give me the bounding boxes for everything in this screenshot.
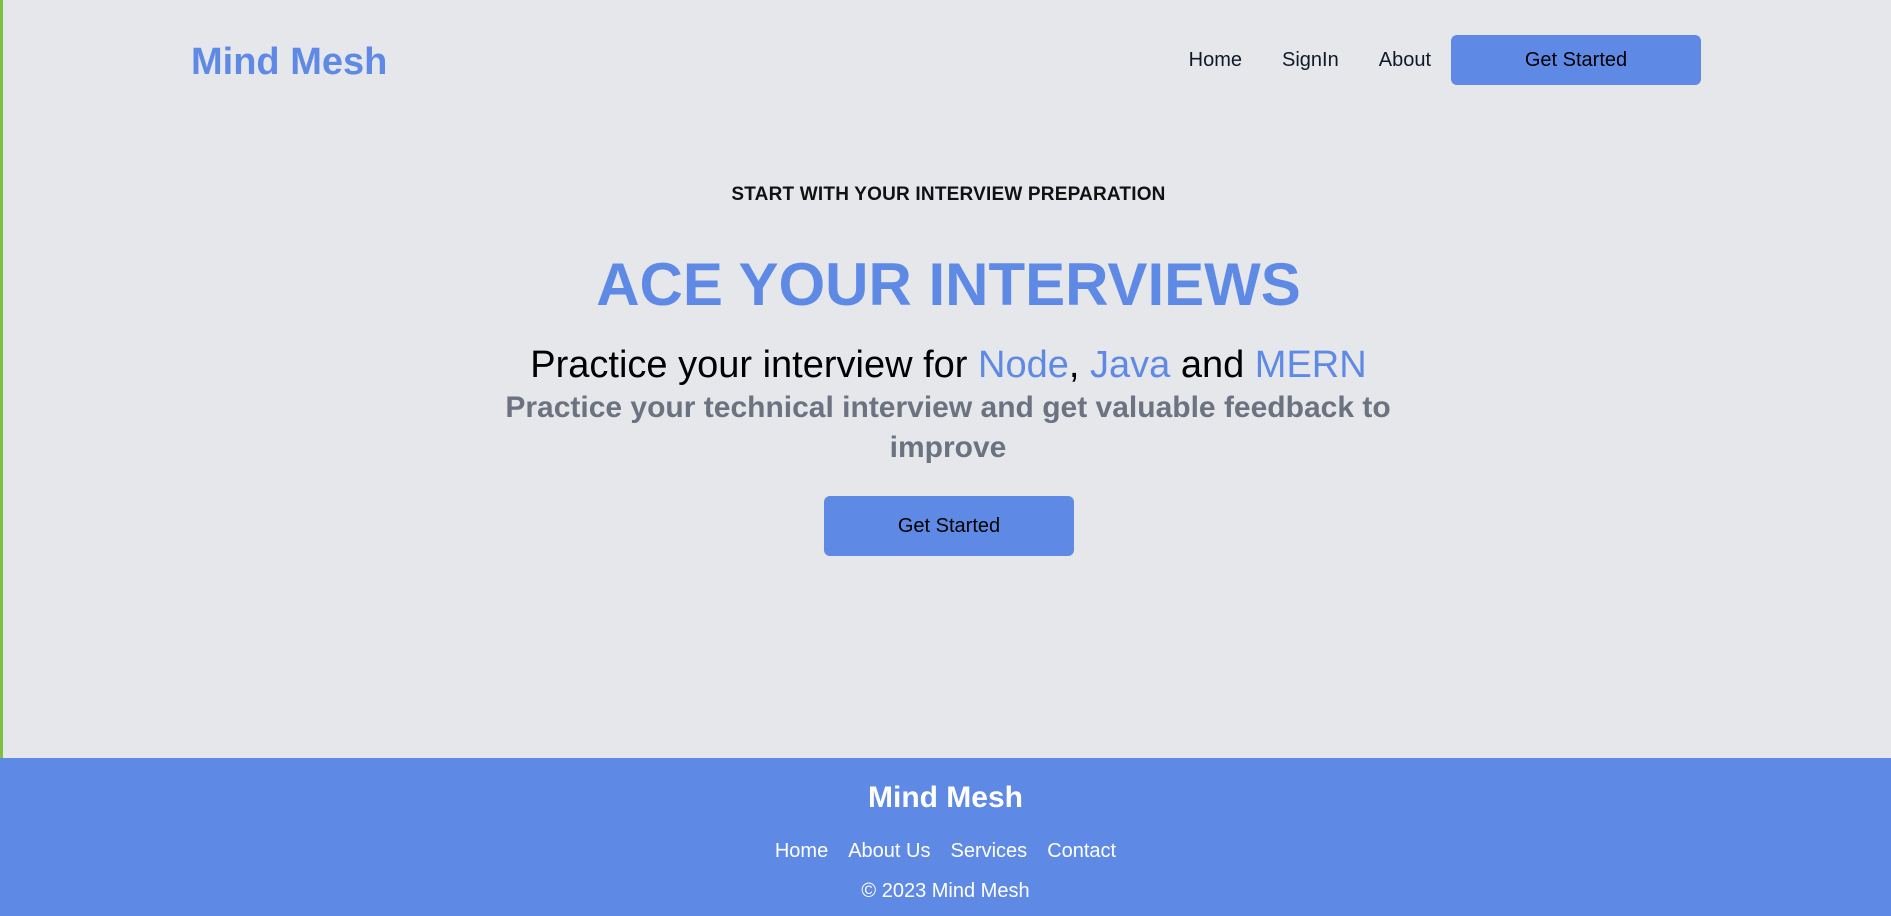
footer-home-link[interactable]: Home — [775, 840, 828, 863]
nav-about-link[interactable]: About — [1379, 49, 1431, 72]
nav-signin-link[interactable]: SignIn — [1282, 49, 1339, 72]
footer-services-link[interactable]: Services — [950, 840, 1027, 863]
tech-java: Java — [1089, 344, 1171, 386]
brand-logo[interactable]: Mind Mesh — [191, 38, 387, 86]
tech-node: Node — [978, 344, 1069, 386]
hero-eyebrow: START WITH YOUR INTERVIEW PREPARATION — [731, 184, 1166, 205]
footer-brand: Mind Mesh — [868, 781, 1023, 814]
hero-get-started-button[interactable]: Get Started — [824, 496, 1074, 556]
hero-headline: ACE YOUR INTERVIEWS — [596, 251, 1301, 318]
site-header: Mind Mesh Home SignIn About Get Started — [3, 0, 1891, 120]
practice-and: and — [1170, 344, 1255, 386]
header-get-started-button[interactable]: Get Started — [1451, 35, 1701, 85]
hero-subtext: Practice your technical interview and ge… — [505, 391, 1391, 464]
footer-contact-link[interactable]: Contact — [1047, 840, 1116, 863]
practice-prefix: Practice your interview for — [530, 344, 979, 386]
footer-about-link[interactable]: About Us — [848, 840, 930, 863]
footer-links: Home About Us Services Contact — [0, 840, 1891, 863]
hero-practice-line: Practice your interview for Node, Java a… — [3, 342, 1891, 388]
nav-home-link[interactable]: Home — [1189, 49, 1242, 72]
tech-mern: MERN — [1254, 344, 1367, 386]
top-nav: Home SignIn About Get Started — [1189, 35, 1701, 85]
footer-copyright: © 2023 Mind Mesh — [861, 880, 1030, 902]
page: Mind Mesh Home SignIn About Get Started … — [0, 0, 1891, 916]
site-footer: Mind Mesh Home About Us Services Contact… — [0, 758, 1891, 916]
practice-comma: , — [1068, 344, 1090, 386]
